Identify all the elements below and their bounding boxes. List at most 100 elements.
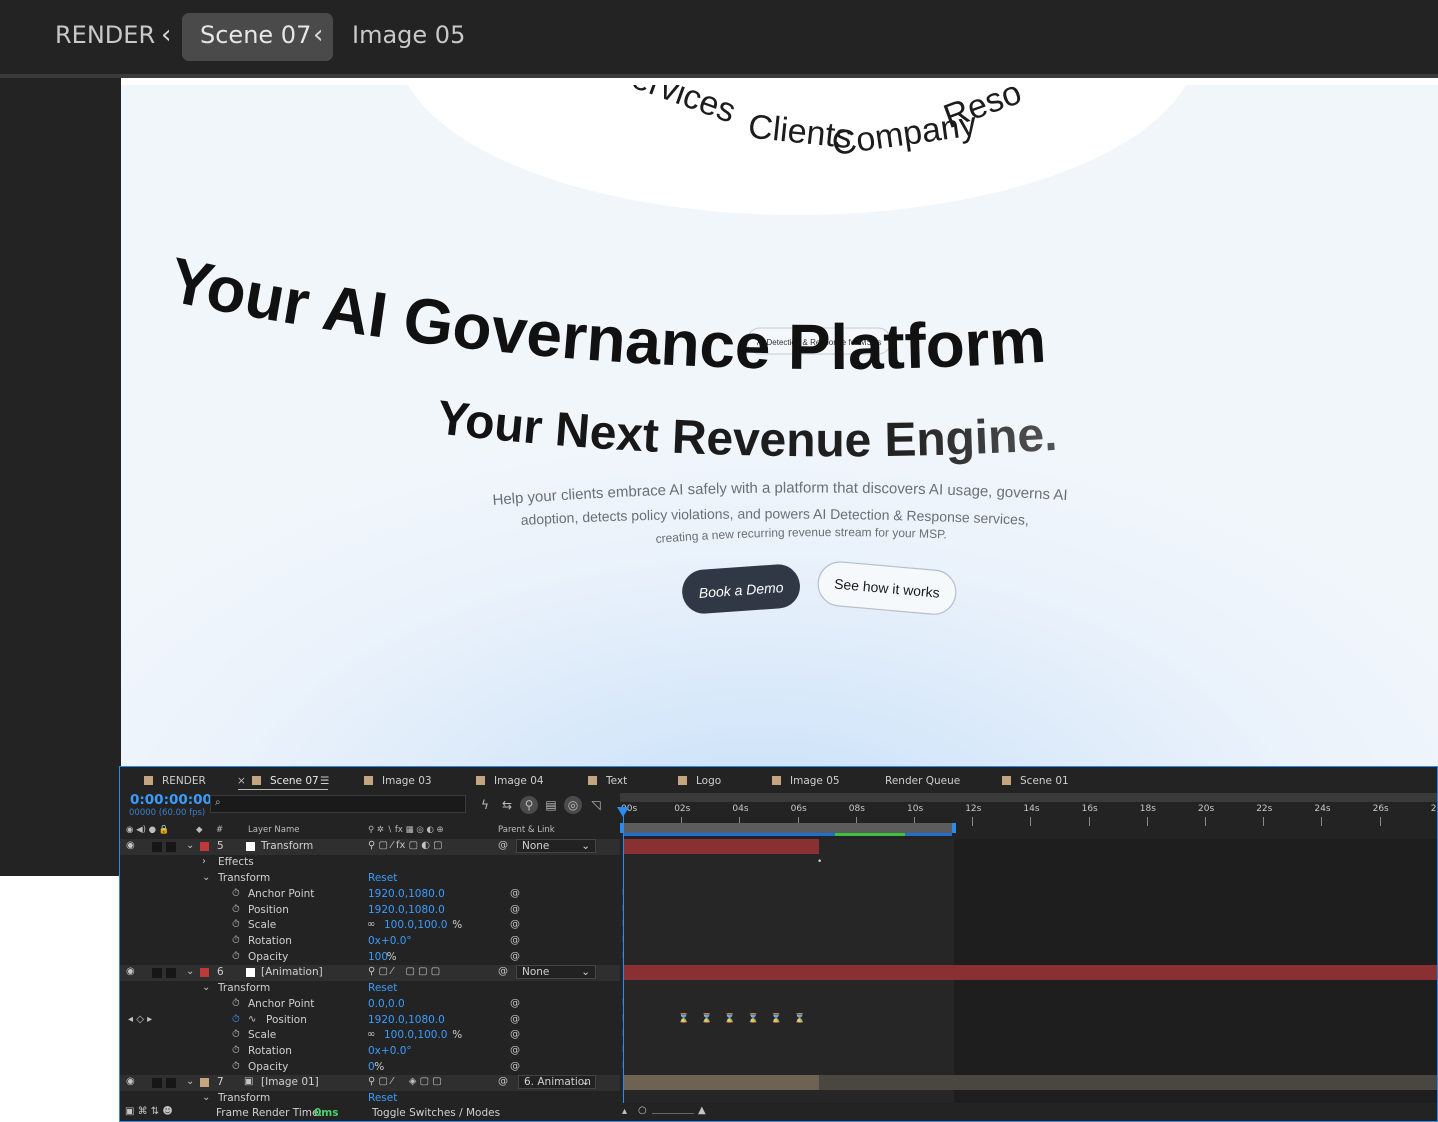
expression-pickwhip-icon[interactable]: @	[510, 1029, 520, 1040]
constrain-proportions-icon[interactable]: ∞	[367, 1029, 375, 1040]
chevron-right-icon[interactable]: ›	[202, 856, 206, 867]
property-row-scale[interactable]: ⏱ Scale ∞ 100.0,100.0% @	[120, 1028, 620, 1044]
stopwatch-icon[interactable]: ⏱	[232, 888, 240, 899]
audio-switch[interactable]	[152, 968, 162, 978]
chevron-left-icon[interactable]: ‹	[161, 20, 171, 50]
tab-scene-07[interactable]: Scene 07	[252, 772, 319, 790]
frame-blending-icon[interactable]: ▤	[542, 796, 560, 814]
chevron-down-icon[interactable]: ⌄	[186, 966, 194, 977]
tab-logo[interactable]: Logo	[678, 772, 721, 790]
layer-row-7[interactable]: ◉ ⌄ 7 ▣ [Image 01] ⚲ ▢ ⁄ ◈ ▢ ▢ @ 6. Anim…	[120, 1075, 620, 1091]
eye-icon[interactable]: ◉	[126, 840, 135, 851]
chevron-down-icon[interactable]: ⌄	[202, 872, 210, 883]
tab-image-03[interactable]: Image 03	[364, 772, 432, 790]
breadcrumb-item-render[interactable]: RENDER	[55, 21, 155, 49]
graph-editor-icon[interactable]: ◹	[587, 796, 605, 814]
expression-pickwhip-icon[interactable]: @	[510, 904, 520, 915]
zoom-slider-handle[interactable]: ○	[638, 1105, 647, 1116]
property-row-rotation[interactable]: ⏱ Rotation 0x+0.0° @	[120, 1044, 620, 1060]
tab-image-05[interactable]: Image 05	[772, 772, 840, 790]
reset-link[interactable]: Reset	[368, 982, 397, 994]
layer-search-input[interactable]: ⌕	[210, 795, 466, 813]
property-row-rotation[interactable]: ⏱ Rotation 0x+0.0° @	[120, 934, 620, 950]
label-color[interactable]	[200, 842, 209, 851]
stopwatch-icon[interactable]: ⏱	[232, 1061, 240, 1072]
keyframe-navigator-icon[interactable]: ◂ ◇ ▸	[128, 1014, 152, 1025]
solo-switch[interactable]	[166, 1078, 176, 1088]
see-how-it-works-button[interactable]: See how it works	[816, 560, 957, 616]
draft-3d-icon[interactable]: ϟ	[476, 796, 494, 814]
chevron-down-icon[interactable]: ⌄	[202, 982, 210, 993]
pickwhip-icon[interactable]: @	[498, 1076, 508, 1087]
stopwatch-icon[interactable]: ⏱	[232, 951, 240, 962]
transform-group-row[interactable]: ⌄ Transform Reset	[120, 981, 620, 997]
playhead-line[interactable]	[623, 807, 624, 1103]
shy-layers-icon[interactable]: ⚲	[520, 796, 538, 814]
audio-switch[interactable]	[152, 842, 162, 852]
layer-bar-5[interactable]	[623, 839, 819, 854]
switches-icons[interactable]: ⚲ ▢ ⁄ ◈ ▢ ▢	[368, 1076, 442, 1087]
transform-group-row[interactable]: ⌄ Transform Reset	[120, 871, 620, 887]
expression-pickwhip-icon[interactable]: @	[510, 998, 520, 1009]
work-area-bar[interactable]	[620, 793, 1437, 802]
composition-viewer[interactable]: ervices Clients Company Reso AI Detectio…	[121, 85, 1438, 766]
graph-icon[interactable]: ∿	[248, 1014, 256, 1025]
parent-dropdown[interactable]: None ⌄	[516, 839, 596, 853]
stopwatch-icon[interactable]: ⏱	[232, 998, 240, 1009]
property-value[interactable]: 0x+0.0°	[368, 1045, 412, 1057]
constrain-proportions-icon[interactable]: ∞	[367, 919, 375, 930]
zoom-in-icon[interactable]: ▲	[698, 1105, 706, 1116]
property-row-position[interactable]: ⏱ Position 1920.0,1080.0 @	[120, 903, 620, 919]
expression-pickwhip-icon[interactable]: @	[510, 919, 520, 930]
property-value[interactable]: 1920.0,1080.0	[368, 904, 445, 916]
reset-link[interactable]: Reset	[368, 872, 397, 884]
stopwatch-icon[interactable]: ⏱	[232, 935, 240, 946]
property-value[interactable]: 0.0,0.0	[368, 998, 405, 1010]
layer-row-6[interactable]: ◉ ⌄ 6 [Animation] ⚲ ▢ ⁄ ▢ ▢ ▢ @ None ⌄	[120, 965, 620, 981]
close-icon[interactable]: ×	[237, 772, 246, 790]
tab-render[interactable]: RENDER	[144, 772, 206, 790]
property-value[interactable]: 0x+0.0°	[368, 935, 412, 947]
property-value[interactable]: 1920.0,1080.0	[368, 888, 445, 900]
eye-icon[interactable]: ◉	[126, 1076, 135, 1087]
motion-blur-icon[interactable]: ◎	[564, 796, 582, 814]
parent-dropdown[interactable]: None ⌄	[516, 965, 596, 979]
toggle-switches-modes[interactable]: Toggle Switches / Modes	[372, 1107, 500, 1119]
layer-name[interactable]: [Image 01]	[261, 1076, 319, 1088]
playhead-handle[interactable]	[617, 807, 629, 817]
zoom-out-icon[interactable]: ▴	[622, 1106, 627, 1117]
switches-icons[interactable]: ⚲ ▢ ⁄ fx ▢ ◐ ▢	[368, 840, 443, 851]
expression-pickwhip-icon[interactable]: @	[510, 1014, 520, 1025]
layer-bar-7[interactable]	[623, 1075, 819, 1090]
tab-render-queue[interactable]: Render Queue	[885, 772, 960, 790]
property-row-anchor-point[interactable]: ⏱ Anchor Point 1920.0,1080.0 @	[120, 887, 620, 903]
layer-bar-6[interactable]	[623, 965, 1437, 980]
expression-pickwhip-icon[interactable]: @	[510, 1061, 520, 1072]
property-value[interactable]: 100	[368, 951, 388, 963]
stopwatch-icon[interactable]: ⏱	[232, 919, 240, 930]
property-row-anchor-point[interactable]: ⏱ Anchor Point 0.0,0.0 @	[120, 997, 620, 1013]
solo-switch[interactable]	[166, 842, 176, 852]
menu-icon[interactable]: ☰	[320, 772, 329, 790]
stopwatch-icon[interactable]: ⏱	[232, 904, 240, 915]
expression-pickwhip-icon[interactable]: @	[510, 935, 520, 946]
layer-name[interactable]: [Animation]	[261, 966, 323, 978]
property-row-scale[interactable]: ⏱ Scale ∞ 100.0,100.0% @	[120, 918, 620, 934]
switches-icons[interactable]: ⚲ ▢ ⁄ ▢ ▢ ▢	[368, 966, 440, 977]
chevron-left-icon[interactable]: ‹	[313, 20, 323, 50]
tab-text[interactable]: Text	[588, 772, 627, 790]
layer-name[interactable]: Transform	[261, 840, 313, 852]
book-demo-button[interactable]: Book a Demo	[681, 563, 802, 615]
breadcrumb-item-scene-07[interactable]: Scene 07	[200, 21, 311, 49]
tab-image-04[interactable]: Image 04	[476, 772, 544, 790]
pickwhip-icon[interactable]: @	[498, 840, 508, 851]
layer-name-header[interactable]: Layer Name	[248, 825, 299, 835]
expression-pickwhip-icon[interactable]: @	[510, 951, 520, 962]
comp-flowchart-icon[interactable]: ⇆	[498, 796, 516, 814]
effects-group-row[interactable]: › Effects	[120, 855, 620, 871]
expression-pickwhip-icon[interactable]: @	[510, 1045, 520, 1056]
property-row-opacity[interactable]: ⏱ Opacity 0% @	[120, 1060, 620, 1076]
chevron-down-icon[interactable]: ⌄	[186, 840, 194, 851]
solo-switch[interactable]	[166, 968, 176, 978]
label-color[interactable]	[200, 968, 209, 977]
